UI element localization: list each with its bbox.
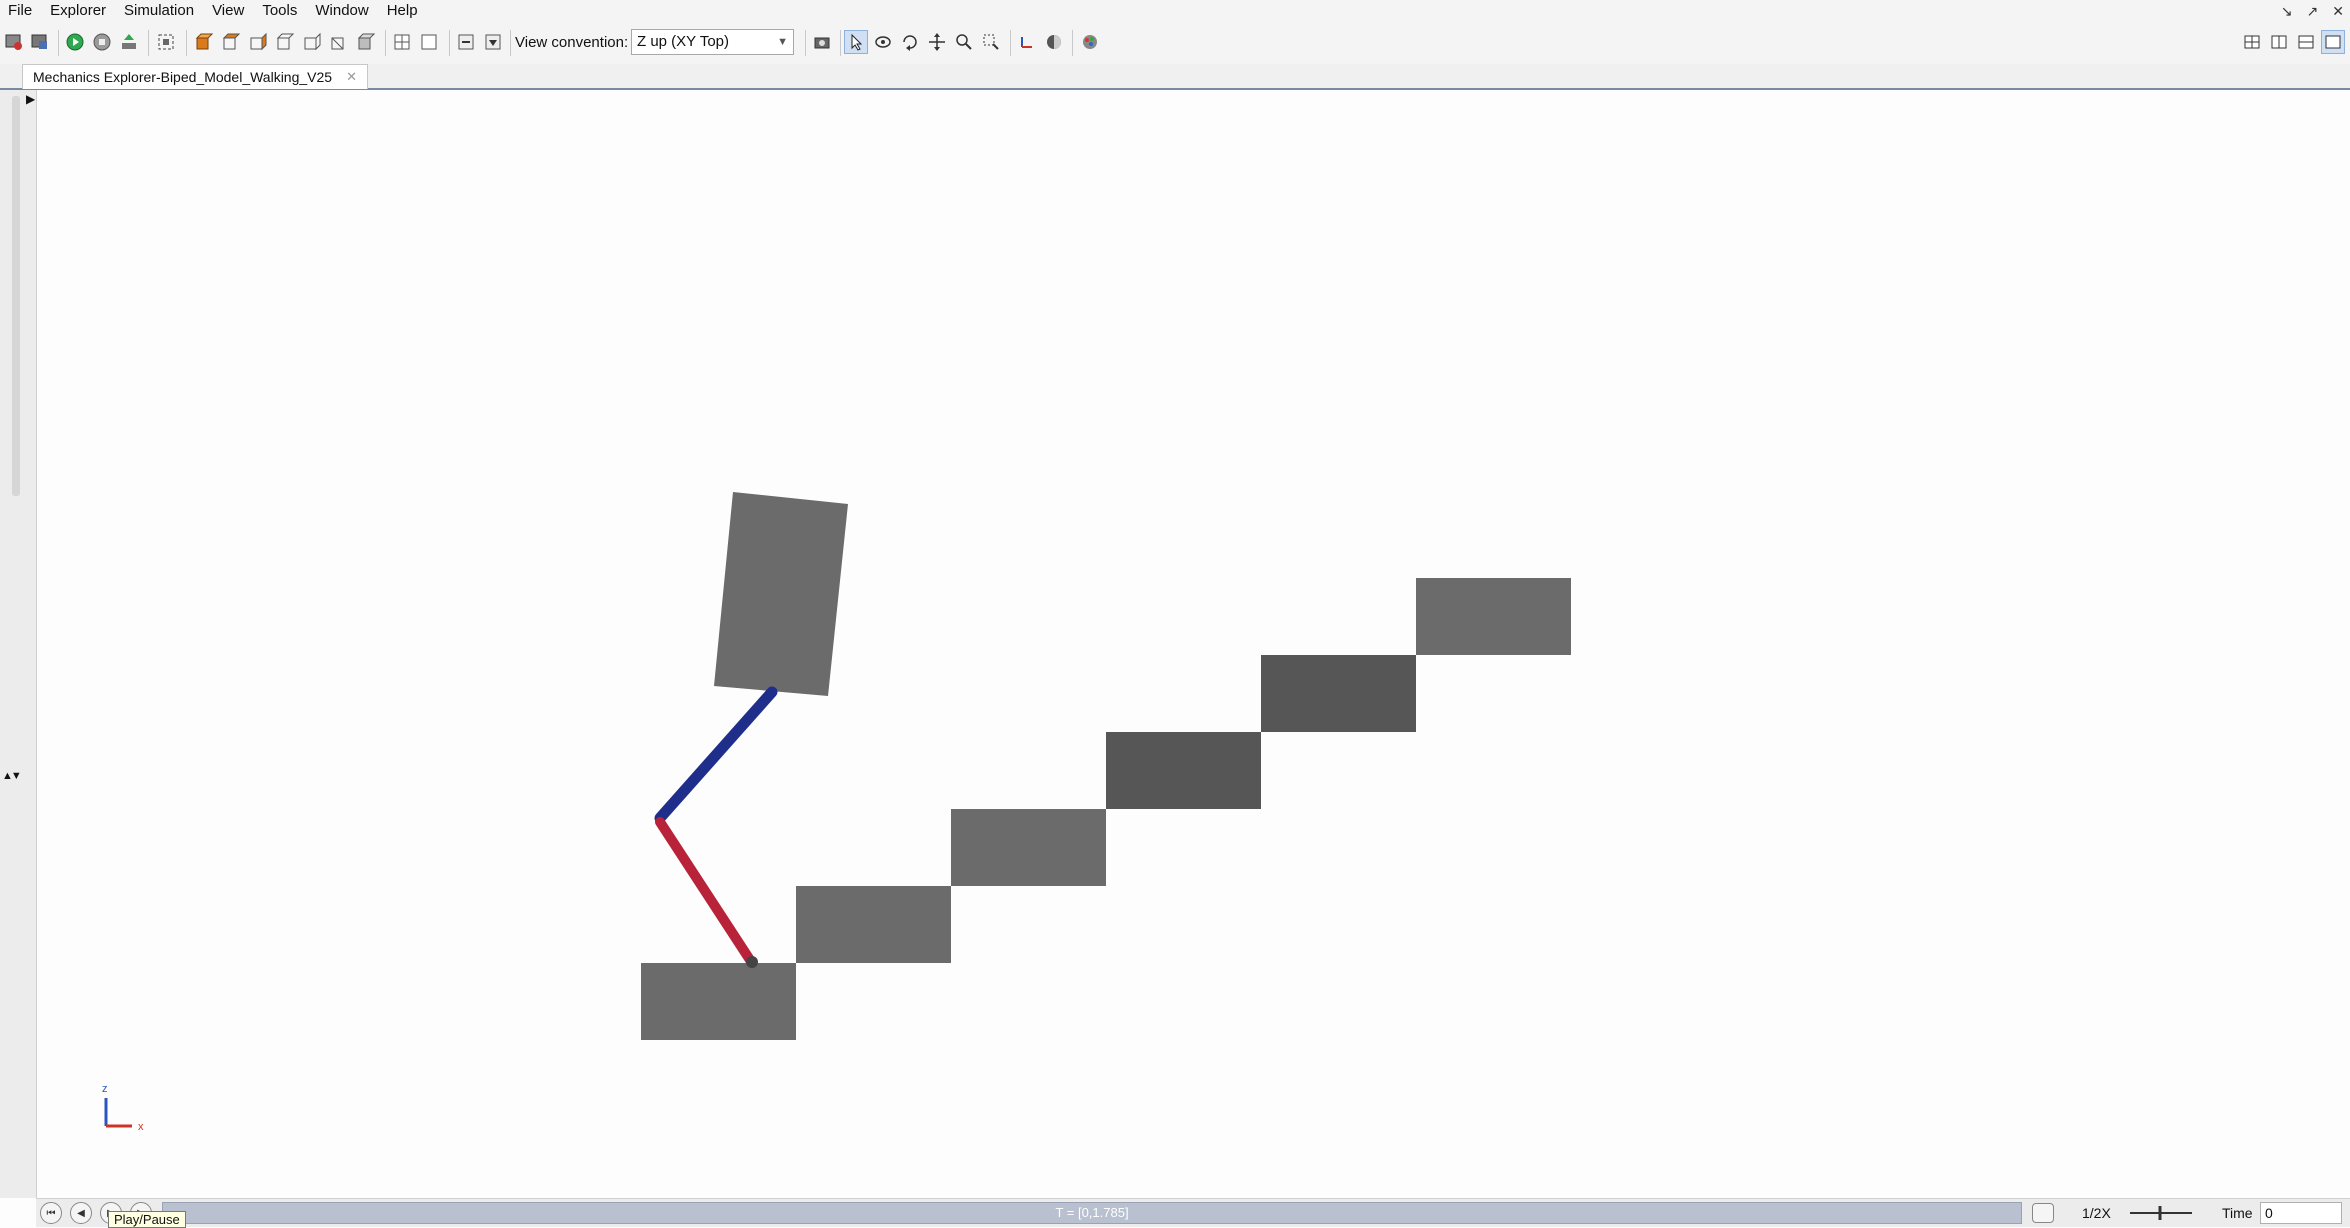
axis-triad: z x xyxy=(102,1083,144,1133)
menu-help[interactable]: Help xyxy=(378,0,427,22)
menu-simulation[interactable]: Simulation xyxy=(115,0,203,22)
view-left-icon[interactable] xyxy=(326,30,350,54)
export-icon[interactable] xyxy=(117,30,141,54)
tab-title: Mechanics Explorer-Biped_Model_Walking_V… xyxy=(33,69,333,85)
four-view-layout-icon[interactable] xyxy=(390,30,414,54)
collapse-all-icon[interactable] xyxy=(454,30,478,54)
single-view-layout-icon[interactable] xyxy=(417,30,441,54)
scene-canvas[interactable]: z x xyxy=(36,90,2350,1198)
axis-z-label: z xyxy=(102,1083,108,1095)
rotate-icon[interactable] xyxy=(871,30,895,54)
close-icon[interactable]: ✕ xyxy=(346,69,357,85)
viewport-3d[interactable]: z x xyxy=(36,90,2350,1198)
stair-step-5 xyxy=(1261,655,1416,732)
axis-x-label: x xyxy=(138,1121,144,1133)
timeline-range-label: T = [0,1.785] xyxy=(1055,1205,1129,1220)
view-convention-select[interactable]: Z up (XY Top) ▼ xyxy=(631,29,794,55)
timeline-slider[interactable]: T = [0,1.785] xyxy=(162,1202,2022,1224)
layout-vertical-icon[interactable] xyxy=(2267,30,2291,54)
zoom-icon[interactable] xyxy=(952,30,976,54)
maximize-icon[interactable]: ↗ xyxy=(2307,3,2319,20)
menu-explorer[interactable]: Explorer xyxy=(41,0,115,22)
stair-step-3 xyxy=(951,809,1106,886)
menu-file[interactable]: File xyxy=(0,0,41,22)
time-label: Time xyxy=(2222,1205,2253,1221)
undock-icon[interactable]: ↘ xyxy=(2281,3,2293,20)
tab-strip: Mechanics Explorer-Biped_Model_Walking_V… xyxy=(0,64,2350,90)
color-settings-icon[interactable] xyxy=(1078,30,1102,54)
biped-upper-leg xyxy=(654,686,778,824)
run-icon[interactable] xyxy=(63,30,87,54)
layout-single-icon[interactable] xyxy=(2321,30,2345,54)
time-input[interactable]: 0 xyxy=(2260,1202,2342,1224)
expand-all-icon[interactable] xyxy=(481,30,505,54)
record-video-icon[interactable] xyxy=(2032,1203,2054,1223)
camera-icon[interactable] xyxy=(810,30,834,54)
expand-panel-icon[interactable]: ▶ xyxy=(26,92,35,106)
view-right-icon[interactable] xyxy=(353,30,377,54)
model-browser-icon[interactable] xyxy=(2,30,26,54)
panel-scrollbar[interactable] xyxy=(12,96,20,496)
view-bottom-icon[interactable] xyxy=(299,30,323,54)
window-controls: ↘ ↗ ✕ xyxy=(2281,0,2344,22)
playback-speed: 1/2X xyxy=(2082,1205,2111,1221)
zoom-box-icon[interactable] xyxy=(979,30,1003,54)
view-back-icon[interactable] xyxy=(245,30,269,54)
menu-tools[interactable]: Tools xyxy=(253,0,306,22)
layout-horizontal-icon[interactable] xyxy=(2294,30,2318,54)
view-top-icon[interactable] xyxy=(272,30,296,54)
select-cursor-icon[interactable] xyxy=(844,30,868,54)
biped-torso xyxy=(714,492,848,696)
view-front-icon[interactable] xyxy=(218,30,242,54)
tab-mechanics-explorer[interactable]: Mechanics Explorer-Biped_Model_Walking_V… xyxy=(22,64,368,89)
view-convention-label: View convention: xyxy=(515,34,629,51)
speed-slider[interactable] xyxy=(2128,1204,2194,1222)
stop-icon[interactable] xyxy=(90,30,114,54)
skip-to-start-icon[interactable]: ⏮ xyxy=(40,1202,62,1224)
view-convention-value: Z up (XY Top) xyxy=(637,33,729,50)
stair-step-4 xyxy=(1106,732,1261,809)
view-iso-icon[interactable] xyxy=(191,30,215,54)
menu-window[interactable]: Window xyxy=(306,0,377,22)
stair-step-1 xyxy=(641,963,796,1040)
play-pause-tooltip: Play/Pause xyxy=(108,1211,186,1228)
close-window-icon[interactable]: ✕ xyxy=(2332,3,2344,20)
step-back-icon[interactable]: ◀ xyxy=(70,1202,92,1224)
time-value: 0 xyxy=(2265,1205,2273,1221)
layout-four-icon[interactable] xyxy=(2240,30,2264,54)
pan-icon[interactable] xyxy=(925,30,949,54)
menu-view[interactable]: View xyxy=(203,0,253,22)
frames-icon[interactable] xyxy=(1015,30,1039,54)
toolbar: View convention: Z up (XY Top) ▼ xyxy=(0,22,2350,65)
chevron-down-icon: ▼ xyxy=(777,36,788,48)
render-style-icon[interactable] xyxy=(1042,30,1066,54)
panel-resize-icon[interactable]: ▲▼ xyxy=(2,770,22,782)
roll-icon[interactable] xyxy=(898,30,922,54)
tree-panel-collapsed: ▶ ▲▼ xyxy=(0,90,37,1198)
stair-step-6 xyxy=(1416,578,1571,655)
fit-to-view-icon[interactable] xyxy=(154,30,178,54)
menu-bar: File Explorer Simulation View Tools Wind… xyxy=(0,0,2350,22)
configure-icon[interactable] xyxy=(28,30,52,54)
biped-foot-joint xyxy=(746,956,758,968)
playback-bar: ⏮ ◀ ▶ ▶ T = [0,1.785] 1/2X Time 0 xyxy=(36,1198,2350,1227)
biped-lower-leg xyxy=(655,817,757,968)
stair-step-2 xyxy=(796,886,951,963)
